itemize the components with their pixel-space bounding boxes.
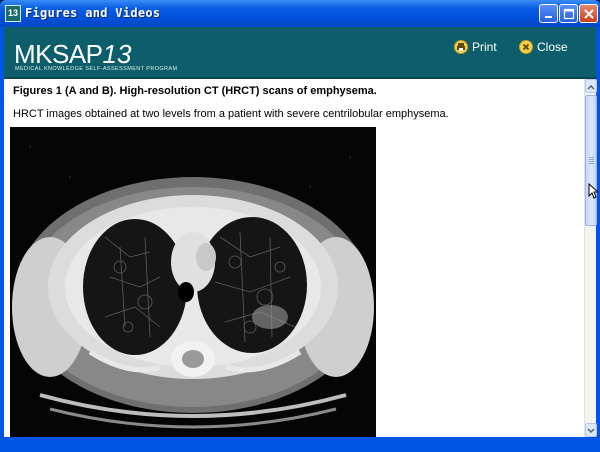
close-window-button[interactable] [579, 4, 598, 23]
logo-number: 13 [102, 39, 132, 69]
maximize-icon [563, 8, 575, 20]
close-icon [584, 9, 594, 19]
logo-main-text: MKSAP [14, 39, 103, 69]
app-icon: 13 [5, 5, 21, 22]
scroll-up-button[interactable] [585, 79, 597, 93]
print-label: Print [472, 40, 497, 54]
chevron-down-icon [587, 428, 595, 434]
print-icon [454, 40, 468, 54]
title-bar[interactable]: 13 Figures and Videos [0, 0, 600, 27]
thumb-grip-line [589, 163, 594, 164]
scroll-down-button[interactable] [585, 423, 597, 437]
print-button[interactable]: Print [454, 40, 497, 54]
content-area: Figures 1 (A and B). High-resolution CT … [4, 79, 584, 437]
scroll-thumb[interactable] [585, 95, 597, 226]
figure-description: HRCT images obtained at two levels from … [13, 108, 449, 120]
thumb-grip-line [589, 157, 594, 158]
window-bottom-border [0, 437, 600, 452]
minimize-icon [545, 16, 552, 18]
maximize-button[interactable] [559, 4, 578, 23]
close-label: Close [537, 40, 568, 54]
mksap-header: MKSAP13 Medical Knowledge Self-Assessmen… [4, 27, 596, 79]
ct-scan-image [10, 127, 376, 437]
figures-window: 13 Figures and Videos MKSAP13 Medical Kn… [0, 0, 600, 452]
close-button[interactable]: Close [519, 40, 568, 54]
mouse-cursor-icon [588, 183, 598, 199]
figure-title: Figures 1 (A and B). High-resolution CT … [13, 85, 377, 97]
thumb-grip-line [589, 159, 594, 160]
logo-subtitle: Medical Knowledge Self-Assessment Progra… [15, 66, 178, 72]
mksap-logo: MKSAP13 Medical Knowledge Self-Assessmen… [14, 39, 177, 72]
chevron-up-icon [587, 84, 595, 90]
window-title: Figures and Videos [25, 6, 161, 20]
minimize-button[interactable] [539, 4, 558, 23]
thumb-grip-line [589, 161, 594, 162]
close-circle-icon [519, 40, 533, 54]
vertical-scrollbar[interactable] [584, 79, 597, 437]
